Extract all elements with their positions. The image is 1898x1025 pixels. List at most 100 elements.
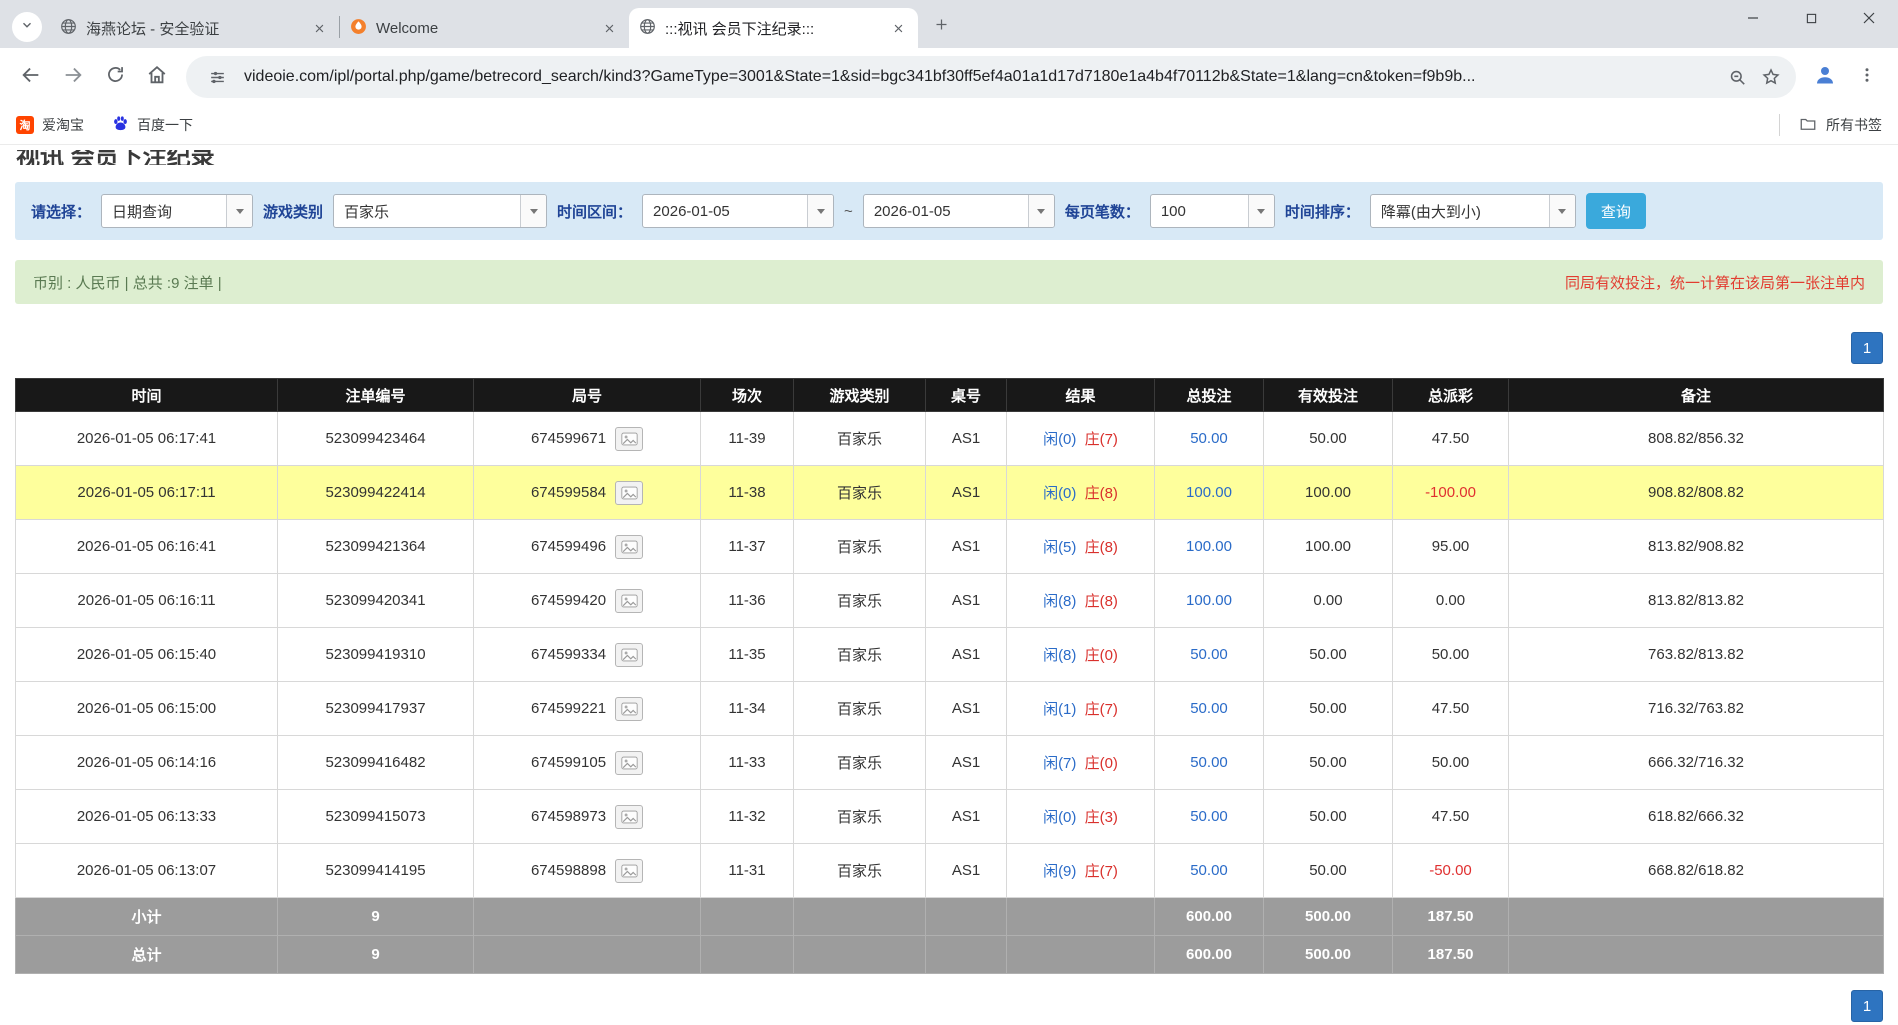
forward-button[interactable] bbox=[52, 56, 94, 98]
cell-total-bet[interactable]: 50.00 bbox=[1155, 736, 1264, 790]
new-tab-button[interactable] bbox=[926, 12, 956, 42]
round-media-button[interactable] bbox=[615, 859, 643, 883]
round-number: 674599496 bbox=[531, 538, 606, 555]
cell-bet-id: 523099414195 bbox=[278, 844, 474, 898]
total-valid-bet: 500.00 bbox=[1264, 936, 1393, 974]
round-media-button[interactable] bbox=[615, 589, 643, 613]
close-icon[interactable] bbox=[888, 18, 908, 38]
cell-total-bet[interactable]: 50.00 bbox=[1155, 682, 1264, 736]
result-banker: 庄(8) bbox=[1085, 539, 1118, 556]
cell-valid-bet: 100.00 bbox=[1264, 520, 1393, 574]
date-mode-select[interactable]: 日期查询 bbox=[101, 194, 253, 228]
dropdown-arrow-icon[interactable] bbox=[1549, 195, 1575, 227]
chevron-down-icon bbox=[20, 18, 34, 37]
table-row: 2026-01-05 06:17:41 523099423464 6745996… bbox=[16, 412, 1884, 466]
cell-bet-id: 523099416482 bbox=[278, 736, 474, 790]
globe-icon bbox=[60, 18, 77, 39]
cell-result: 闲(7) 庄(0) bbox=[1007, 736, 1155, 790]
round-number: 674598973 bbox=[531, 808, 606, 825]
close-icon[interactable] bbox=[309, 18, 329, 38]
back-button[interactable] bbox=[10, 56, 52, 98]
sort-select[interactable]: 降冪(由大到小) bbox=[1370, 194, 1576, 228]
reload-button[interactable] bbox=[94, 56, 136, 98]
dropdown-arrow-icon[interactable] bbox=[807, 195, 833, 227]
bookmarks-bar: 淘 爱淘宝 百度一下 所有书签 bbox=[0, 106, 1898, 145]
round-media-button[interactable] bbox=[615, 481, 643, 505]
cell-total-bet[interactable]: 100.00 bbox=[1155, 466, 1264, 520]
range-tilde: ~ bbox=[844, 203, 853, 220]
round-media-button[interactable] bbox=[615, 427, 643, 451]
query-button[interactable]: 查询 bbox=[1586, 193, 1646, 229]
image-icon bbox=[621, 702, 638, 716]
round-media-button[interactable] bbox=[615, 643, 643, 667]
page-number-button[interactable]: 1 bbox=[1851, 990, 1883, 1022]
cell-total-bet[interactable]: 100.00 bbox=[1155, 574, 1264, 628]
dropdown-arrow-icon[interactable] bbox=[1028, 195, 1054, 227]
url-text[interactable]: videoie.com/ipl/portal.php/game/betrecor… bbox=[244, 68, 1720, 86]
dropdown-arrow-icon[interactable] bbox=[520, 195, 546, 227]
pagination-bottom: 1 bbox=[15, 990, 1883, 1022]
browser-menu-button[interactable] bbox=[1846, 56, 1888, 98]
home-button[interactable] bbox=[136, 56, 178, 98]
cell-bet-id: 523099415073 bbox=[278, 790, 474, 844]
cell-note: 668.82/618.82 bbox=[1509, 844, 1884, 898]
site-info-icon[interactable] bbox=[200, 60, 234, 94]
cell-total-bet[interactable]: 50.00 bbox=[1155, 790, 1264, 844]
cell-total-bet[interactable]: 50.00 bbox=[1155, 412, 1264, 466]
total-row: 总计 9 600.00 500.00 187.50 bbox=[16, 936, 1884, 974]
per-page-select[interactable]: 100 bbox=[1150, 194, 1275, 228]
cell-result: 闲(1) 庄(7) bbox=[1007, 682, 1155, 736]
cell-total-bet[interactable]: 50.00 bbox=[1155, 844, 1264, 898]
cell-time: 2026-01-05 06:13:07 bbox=[16, 844, 278, 898]
cell-payout: 47.50 bbox=[1393, 790, 1509, 844]
round-media-button[interactable] bbox=[615, 805, 643, 829]
bookmark-taobao[interactable]: 淘 爱淘宝 bbox=[16, 115, 84, 135]
game-type-select[interactable]: 百家乐 bbox=[333, 194, 547, 228]
all-bookmarks-button[interactable]: 所有书签 bbox=[1779, 114, 1882, 136]
cell-note: 908.82/808.82 bbox=[1509, 466, 1884, 520]
cell-time: 2026-01-05 06:16:11 bbox=[16, 574, 278, 628]
maximize-button[interactable] bbox=[1782, 0, 1840, 40]
round-media-button[interactable] bbox=[615, 535, 643, 559]
header-valid-bet: 有效投注 bbox=[1264, 379, 1393, 412]
date-from-select[interactable]: 2026-01-05 bbox=[642, 194, 834, 228]
bookmark-star-icon[interactable] bbox=[1754, 60, 1788, 94]
cell-total-bet[interactable]: 50.00 bbox=[1155, 628, 1264, 682]
tab-search-button[interactable] bbox=[12, 12, 42, 42]
close-icon[interactable] bbox=[599, 18, 619, 38]
cell-time: 2026-01-05 06:17:11 bbox=[16, 466, 278, 520]
close-window-button[interactable] bbox=[1840, 0, 1898, 40]
url-bar[interactable]: videoie.com/ipl/portal.php/game/betrecor… bbox=[186, 56, 1796, 98]
filter-bar: 请选择： 日期查询 游戏类别 百家乐 时间区间： 2026-01-05 ~ 20… bbox=[15, 182, 1883, 240]
minimize-button[interactable] bbox=[1724, 0, 1782, 40]
tab-welcome[interactable]: Welcome bbox=[340, 8, 629, 48]
dropdown-arrow-icon[interactable] bbox=[1248, 195, 1274, 227]
bookmark-baidu[interactable]: 百度一下 bbox=[112, 115, 193, 135]
round-media-button[interactable] bbox=[615, 751, 643, 775]
dropdown-arrow-icon[interactable] bbox=[226, 195, 252, 227]
result-player: 闲(0) bbox=[1043, 485, 1076, 502]
tab-haiyan-forum[interactable]: 海燕论坛 - 安全验证 bbox=[50, 8, 339, 48]
cell-result: 闲(8) 庄(0) bbox=[1007, 628, 1155, 682]
zoom-icon[interactable] bbox=[1720, 60, 1754, 94]
folder-icon bbox=[1799, 115, 1817, 136]
cell-total-bet[interactable]: 100.00 bbox=[1155, 520, 1264, 574]
cell-note: 808.82/856.32 bbox=[1509, 412, 1884, 466]
cell-session: 11-36 bbox=[701, 574, 794, 628]
header-table-no: 桌号 bbox=[926, 379, 1007, 412]
result-player: 闲(9) bbox=[1043, 863, 1076, 880]
page-number-button[interactable]: 1 bbox=[1851, 332, 1883, 364]
cell-bet-id: 523099422414 bbox=[278, 466, 474, 520]
cell-game-type: 百家乐 bbox=[794, 412, 926, 466]
cell-time: 2026-01-05 06:15:40 bbox=[16, 628, 278, 682]
tab-bet-record[interactable]: :::视讯 会员下注纪录::: bbox=[629, 8, 918, 48]
profile-button[interactable] bbox=[1804, 56, 1846, 98]
cell-time: 2026-01-05 06:17:41 bbox=[16, 412, 278, 466]
cell-valid-bet: 50.00 bbox=[1264, 790, 1393, 844]
cell-session: 11-39 bbox=[701, 412, 794, 466]
round-number: 674599334 bbox=[531, 646, 606, 663]
date-to-select[interactable]: 2026-01-05 bbox=[863, 194, 1055, 228]
subtotal-row: 小计 9 600.00 500.00 187.50 bbox=[16, 898, 1884, 936]
cell-payout: 47.50 bbox=[1393, 412, 1509, 466]
round-media-button[interactable] bbox=[615, 697, 643, 721]
